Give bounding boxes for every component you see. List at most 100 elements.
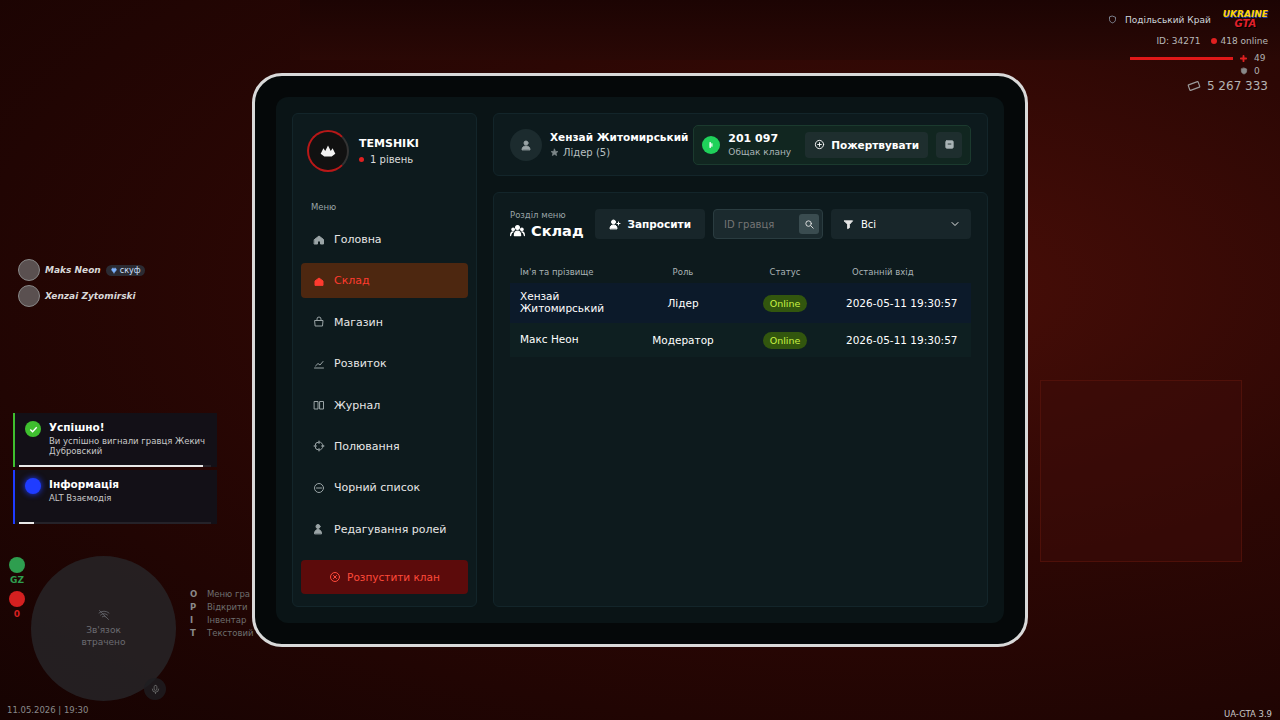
minimap-text: Зв'язок втрачено	[74, 625, 134, 648]
home-icon	[313, 234, 325, 246]
money-value: 5 267 333	[1207, 79, 1268, 93]
shop-icon	[313, 316, 325, 328]
section-caption: Розділ меню	[510, 210, 584, 220]
online-count: 418 online	[1221, 36, 1269, 46]
game-logo: UKRAINEGTA	[1223, 10, 1268, 29]
avatar-icon	[18, 259, 40, 281]
key-cap: T	[190, 628, 199, 638]
health-row: 49	[1130, 53, 1268, 63]
armor-row: 0	[1240, 66, 1268, 76]
sidebar-label[interactable]: Склад	[334, 274, 370, 287]
sidebar-item[interactable]: Полювання	[301, 429, 468, 464]
nametags: Maks Neonскуф Xenzai Zytomirski	[18, 259, 145, 307]
donate-label[interactable]: Пожертвувати	[831, 139, 919, 151]
column-header: Роль	[628, 267, 738, 277]
members-table: Ім'я та прізвищеРольСтатусОстанній вхідХ…	[510, 261, 971, 357]
user-name: Хензай Житомирський	[550, 131, 688, 143]
search-field	[713, 209, 823, 239]
filter-icon	[843, 219, 854, 230]
invite-label[interactable]: Запросити	[627, 218, 691, 230]
region-row: Подільський КрайUKRAINEGTA	[1108, 10, 1268, 29]
logo-bottom: GTA	[1234, 19, 1256, 29]
nametag-name: Xenzai Zytomirski	[45, 291, 136, 301]
sidebar-label[interactable]: Полювання	[334, 440, 400, 453]
notification-progress-fill	[19, 522, 34, 524]
filter-dropdown[interactable]: Всі	[831, 209, 971, 239]
sidebar-item[interactable]: Розвиток	[301, 346, 468, 381]
sidebar-item[interactable]: Склад	[301, 263, 468, 298]
notification-text: ALT Взаємодія	[49, 493, 119, 503]
star-icon	[550, 148, 559, 157]
section-title-row: Склад	[510, 223, 584, 239]
hud-top-right: Подільський КрайUKRAINEGTA ID: 34271 418 o…	[1108, 10, 1268, 93]
column-header: Останній вхід	[832, 267, 971, 277]
column-header: Статус	[738, 267, 832, 277]
sidebar-label[interactable]: Магазин	[334, 316, 383, 329]
no-signal-icon	[98, 609, 110, 621]
wanted-status-icon	[9, 591, 25, 607]
sidebar-item[interactable]: Магазин	[301, 305, 468, 340]
nametag-badge: скуф	[106, 265, 145, 276]
archive-icon	[944, 139, 955, 150]
sidebar-item[interactable]: Чорний список	[301, 470, 468, 505]
sidebar-label[interactable]: Головна	[334, 233, 382, 246]
key-label: Меню гра	[207, 589, 250, 599]
chevron-down-icon	[949, 218, 961, 230]
notifications: Успішно! Ви успішно вигнали гравця Жекич …	[13, 413, 217, 524]
sidebar-label[interactable]: Редагування ролей	[334, 523, 446, 536]
game-scene-furniture	[1040, 380, 1242, 562]
notification-body: ІнформаціяALT Взаємодія	[49, 478, 119, 516]
content-panel: Розділ меню Склад Запросити Всі Ім'я та пріз…	[493, 192, 988, 607]
status-label: 0	[14, 609, 20, 619]
menu-title: Меню	[311, 202, 468, 212]
status-badge: Online	[763, 295, 808, 312]
table-row[interactable]: Макс НеонМодераторOnline2026-05-11 19:30…	[510, 323, 971, 357]
sidebar-label[interactable]: Розвиток	[334, 357, 387, 370]
clan-level: 1 рівень	[359, 154, 419, 165]
status-icons: GZ0	[7, 557, 27, 619]
main-area: Хензай Житомирський Лідер (5) 201 097Общак…	[493, 113, 988, 607]
sidebar-label[interactable]: Журнал	[334, 399, 380, 412]
sidebar-item[interactable]: Журнал	[301, 388, 468, 423]
sidebar-item[interactable]: Редагування ролей	[301, 512, 468, 547]
heart-icon	[110, 266, 118, 274]
nametag: Maks Neonскуф	[18, 259, 145, 281]
disband-label[interactable]: Розпустити клан	[347, 571, 440, 583]
key-label: Інвентар	[207, 615, 246, 625]
user-header: Хензай Житомирський Лідер (5) 201 097Общак…	[493, 113, 988, 176]
check-icon	[25, 421, 41, 437]
search-button[interactable]	[799, 214, 819, 234]
key-cap: P	[190, 602, 199, 612]
key-label: Відкрити	[207, 602, 248, 612]
user-icon	[520, 139, 532, 151]
plus-circle-icon	[814, 139, 825, 150]
user-role: Лідер (5)	[550, 147, 688, 158]
member-last-login: 2026-05-11 19:30:57	[832, 297, 971, 309]
user-text: Хензай Житомирський Лідер (5)	[550, 131, 688, 158]
filter-value[interactable]: Всі	[861, 219, 942, 230]
section-heading: Розділ меню Склад	[510, 210, 584, 239]
tablet-screen: TEMSHIKI 1 рівень Меню Головна Склад Магазин Р…	[276, 97, 1004, 623]
notification-text: Ви успішно вигнали гравця Жекич Дубровск…	[49, 436, 209, 456]
member-role: Лідер	[628, 297, 738, 309]
archive-button[interactable]	[936, 132, 962, 158]
sidebar-item[interactable]: Головна	[301, 222, 468, 257]
notification-title: Успішно!	[49, 421, 209, 433]
version: UA-GTA 3.9	[1224, 709, 1272, 719]
microphone-icon	[150, 684, 161, 695]
donate-button[interactable]: Пожертвувати	[805, 132, 928, 158]
invite-button[interactable]: Запросити	[595, 209, 705, 239]
disband-button[interactable]: Розпустити клан	[301, 560, 468, 594]
notification-progress-fill	[19, 465, 203, 467]
clan-level-text: 1 рівень	[370, 154, 413, 165]
treasury-box: 201 097Общак клануПожертвувати	[693, 125, 971, 165]
money-row: 5 267 333	[1187, 79, 1268, 93]
search-icon	[804, 219, 815, 230]
search-input[interactable]	[722, 218, 799, 231]
health-track	[1130, 57, 1233, 60]
notification: ІнформаціяALT Взаємодія	[13, 470, 217, 524]
sidebar-label[interactable]: Чорний список	[334, 481, 420, 494]
table-row[interactable]: Хензай ЖитомирськийЛідерOnline2026-05-11…	[510, 283, 971, 323]
player-id: ID: 34271	[1156, 36, 1200, 46]
clan-name: TEMSHIKI	[359, 137, 419, 150]
